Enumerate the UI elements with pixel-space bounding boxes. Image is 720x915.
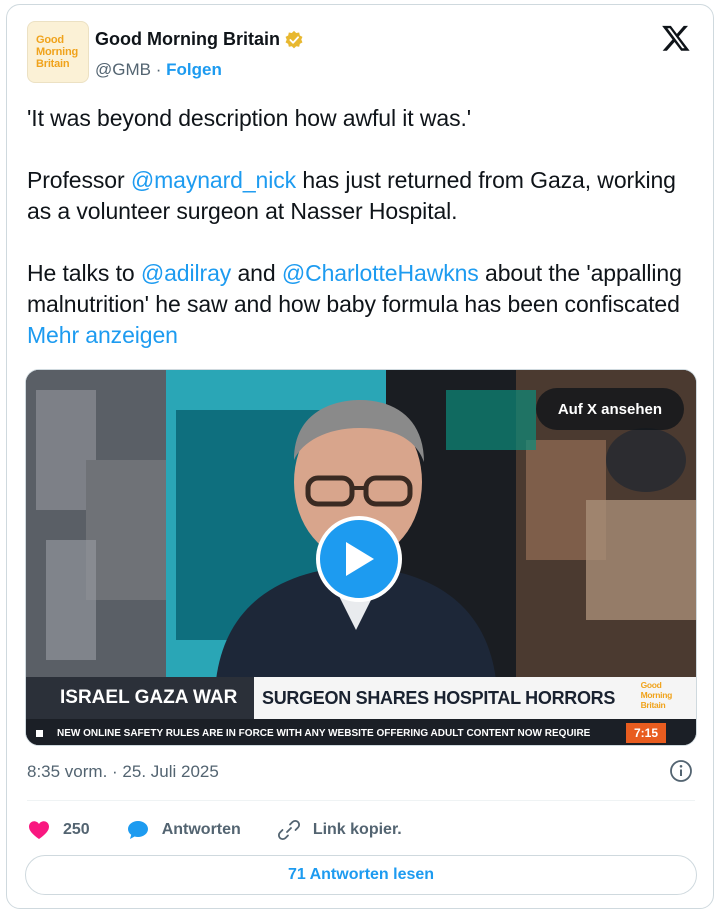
- author-name[interactable]: Good Morning Britain: [95, 29, 280, 50]
- news-ticker: NEW ONLINE SAFETY RULES ARE IN FORCE WIT…: [26, 719, 696, 745]
- ticker-clock: 7:15: [625, 723, 666, 743]
- reply-bubble-icon: [127, 821, 148, 839]
- author-avatar[interactable]: Good Morning Britain: [27, 21, 89, 83]
- tweet-paragraph-1: 'It was beyond description how awful it …: [27, 105, 472, 131]
- logo-text-2: Morning: [640, 690, 673, 700]
- mention-adilray[interactable]: @adilray: [141, 260, 231, 286]
- play-button[interactable]: [316, 516, 402, 602]
- like-button[interactable]: 250: [27, 818, 90, 842]
- news-lower-third: ISRAEL GAZA WAR SURGEON SHARES HOSPITAL …: [26, 677, 696, 745]
- tweet-text-segment: and: [231, 260, 282, 286]
- author-handle[interactable]: @GMB: [95, 60, 151, 79]
- lower-third-headline: SURGEON SHARES HOSPITAL HORRORS Good Mor…: [254, 677, 696, 719]
- follow-button[interactable]: Folgen: [166, 60, 222, 79]
- watch-on-x-button[interactable]: Auf X ansehen: [535, 388, 684, 430]
- tweet-text-segment: Professor: [27, 167, 131, 193]
- lower-third-category: ISRAEL GAZA WAR: [26, 677, 254, 719]
- author-name-row[interactable]: Good Morning Britain: [95, 29, 304, 50]
- gmb-logo: Good Morning Britain: [640, 680, 673, 710]
- handle-row: @GMB · Folgen: [95, 60, 222, 80]
- avatar-text-2: Morning: [36, 46, 78, 58]
- tweet-paragraph-2: Professor @maynard_nick has just returne…: [27, 165, 697, 227]
- logo-text-1: Good: [640, 680, 662, 690]
- post-timestamp[interactable]: 8:35 vorm. · 25. Juli 2025: [27, 762, 219, 782]
- action-bar: 250 Antworten Link kopier.: [27, 813, 438, 847]
- handle-separator: ·: [155, 60, 162, 79]
- avatar-text-1: Good: [36, 34, 64, 46]
- info-icon[interactable]: [669, 759, 693, 783]
- play-icon: [346, 542, 374, 576]
- lower-third-headline-text: SURGEON SHARES HOSPITAL HORRORS: [262, 687, 616, 708]
- ticker-text: NEW ONLINE SAFETY RULES ARE IN FORCE WIT…: [57, 727, 591, 739]
- copy-link-button[interactable]: Link kopier.: [277, 818, 402, 842]
- x-logo-icon[interactable]: [661, 23, 691, 53]
- tweet-embed-card: Good Morning Britain Good Morning Britai…: [6, 4, 714, 909]
- verified-badge-icon: [285, 30, 303, 48]
- divider: [27, 800, 695, 801]
- read-replies-button[interactable]: 71 Antworten lesen: [25, 855, 697, 895]
- ticker-square-icon: [36, 729, 43, 737]
- tweet-text: 'It was beyond description how awful it …: [27, 103, 697, 351]
- show-more-link[interactable]: Mehr anzeigen: [27, 322, 178, 348]
- avatar-text-3: Britain: [36, 58, 70, 70]
- mention-maynard-nick[interactable]: @maynard_nick: [131, 167, 296, 193]
- like-count: 250: [63, 821, 90, 838]
- logo-text-3: Britain: [640, 700, 666, 710]
- reply-button[interactable]: Antworten: [126, 818, 241, 842]
- mention-charlottehawkns[interactable]: @CharlotteHawkns: [282, 260, 479, 286]
- copy-link-label: Link kopier.: [312, 821, 402, 838]
- heart-icon: [29, 821, 49, 839]
- tweet-text-segment: He talks to: [27, 260, 141, 286]
- reply-label: Antworten: [161, 821, 241, 838]
- tweet-paragraph-3: He talks to @adilray and @CharlotteHawkn…: [27, 258, 697, 351]
- link-icon: [277, 819, 300, 841]
- video-player[interactable]: Auf X ansehen ISRAEL GAZA WAR SURGEON SH…: [25, 369, 697, 746]
